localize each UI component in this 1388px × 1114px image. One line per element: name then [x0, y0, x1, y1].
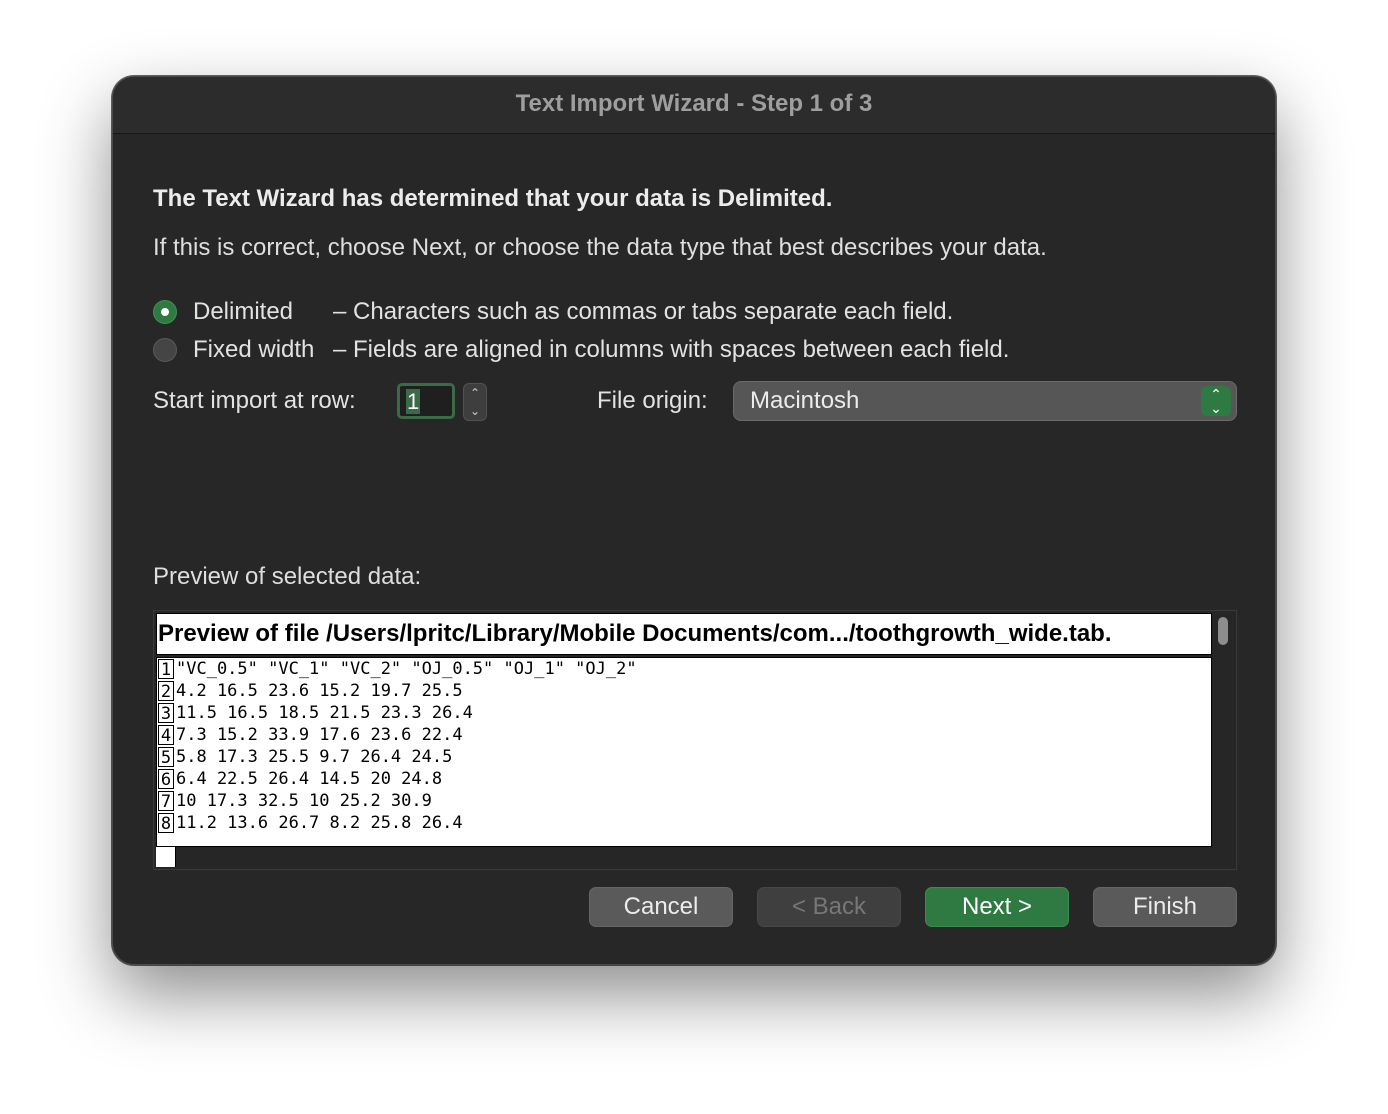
row-text: "VC_0.5" "VC_1" "VC_2" "OJ_0.5" "OJ_1" "… [176, 659, 637, 679]
radio-button-selected[interactable] [153, 300, 177, 324]
row-text: 11.5 16.5 18.5 21.5 23.3 26.4 [176, 703, 473, 723]
wizard-headline: The Text Wizard has determined that your… [153, 185, 833, 212]
row-number: 6 [158, 769, 174, 790]
preview-row: 4 7.3 15.2 33.9 17.6 23.6 22.4 [157, 724, 1211, 746]
radio-label-delimited: Delimited [193, 298, 294, 325]
row-text: 11.2 13.6 26.7 8.2 25.8 26.4 [176, 813, 463, 833]
radio-delimited[interactable]: Delimited – Characters such as commas or… [153, 297, 953, 327]
row-number: 5 [158, 747, 174, 768]
preview-row: 8 11.2 13.6 26.7 8.2 25.8 26.4 [157, 812, 1211, 834]
row-text: 5.8 17.3 25.5 9.7 26.4 24.5 [176, 747, 453, 767]
row-number: 2 [158, 681, 174, 702]
window-title: Text Import Wizard - Step 1 of 3 [113, 77, 1275, 134]
preview-label: Preview of selected data: [153, 563, 422, 590]
preview-row: 2 4.2 16.5 23.6 15.2 19.7 25.5 [157, 680, 1211, 702]
preview-row-gutter [156, 847, 176, 867]
preview-row: 6 6.4 22.5 26.4 14.5 20 24.8 [157, 768, 1211, 790]
row-text: 6.4 22.5 26.4 14.5 20 24.8 [176, 769, 443, 789]
back-button[interactable]: < Back [757, 887, 901, 927]
next-button[interactable]: Next > [925, 887, 1069, 927]
row-text: 10 17.3 32.5 10 25.2 30.9 [176, 791, 432, 811]
preview-file-header: Preview of file /Users/lpritc/Library/Mo… [156, 613, 1212, 655]
row-number: 4 [158, 725, 174, 746]
row-text: 7.3 15.2 33.9 17.6 23.6 22.4 [176, 725, 463, 745]
preview-row: 1 "VC_0.5" "VC_1" "VC_2" "OJ_0.5" "OJ_1" … [157, 658, 1211, 680]
preview-row: 5 5.8 17.3 25.5 9.7 26.4 24.5 [157, 746, 1211, 768]
up-down-chevron-icon: ⌃ ⌄ [1201, 386, 1231, 416]
radio-label-fixed-width: Fixed width [193, 336, 315, 363]
row-number: 1 [158, 659, 174, 680]
row-number: 3 [158, 703, 174, 724]
start-row-value: 1 [406, 389, 421, 414]
start-row-input[interactable]: 1 [397, 383, 455, 419]
import-wizard-dialog: Text Import Wizard - Step 1 of 3 The Tex… [112, 76, 1276, 965]
file-origin-value: Macintosh [750, 387, 860, 414]
start-row-label: Start import at row: [153, 387, 356, 414]
wizard-instructions: If this is correct, choose Next, or choo… [153, 234, 1047, 261]
chevron-down-icon[interactable]: ⌄ [464, 402, 486, 420]
row-number: 7 [158, 791, 174, 812]
row-number: 8 [158, 813, 174, 834]
finish-button[interactable]: Finish [1093, 887, 1237, 927]
start-row-stepper[interactable]: ⌃ ⌄ [463, 383, 487, 421]
preview-scrollbar[interactable] [1218, 617, 1228, 645]
preview-row: 3 11.5 16.5 18.5 21.5 23.3 26.4 [157, 702, 1211, 724]
radio-description-fixed-width: – Fields are aligned in columns with spa… [333, 336, 1010, 363]
preview-row: 7 10 17.3 32.5 10 25.2 30.9 [157, 790, 1211, 812]
radio-fixed-width[interactable]: Fixed width – Fields are aligned in colu… [153, 335, 1009, 365]
row-text: 4.2 16.5 23.6 15.2 19.7 25.5 [176, 681, 463, 701]
preview-pane[interactable]: Preview of file /Users/lpritc/Library/Mo… [153, 610, 1237, 870]
file-origin-select[interactable]: Macintosh ⌃ ⌄ [733, 381, 1237, 421]
file-origin-label: File origin: [597, 387, 708, 414]
cancel-button[interactable]: Cancel [589, 887, 733, 927]
radio-description-delimited: – Characters such as commas or tabs sepa… [333, 298, 954, 325]
chevron-up-icon[interactable]: ⌃ [464, 384, 486, 402]
preview-table: 1 "VC_0.5" "VC_1" "VC_2" "OJ_0.5" "OJ_1" … [156, 657, 1212, 847]
radio-button-unselected[interactable] [153, 338, 177, 362]
